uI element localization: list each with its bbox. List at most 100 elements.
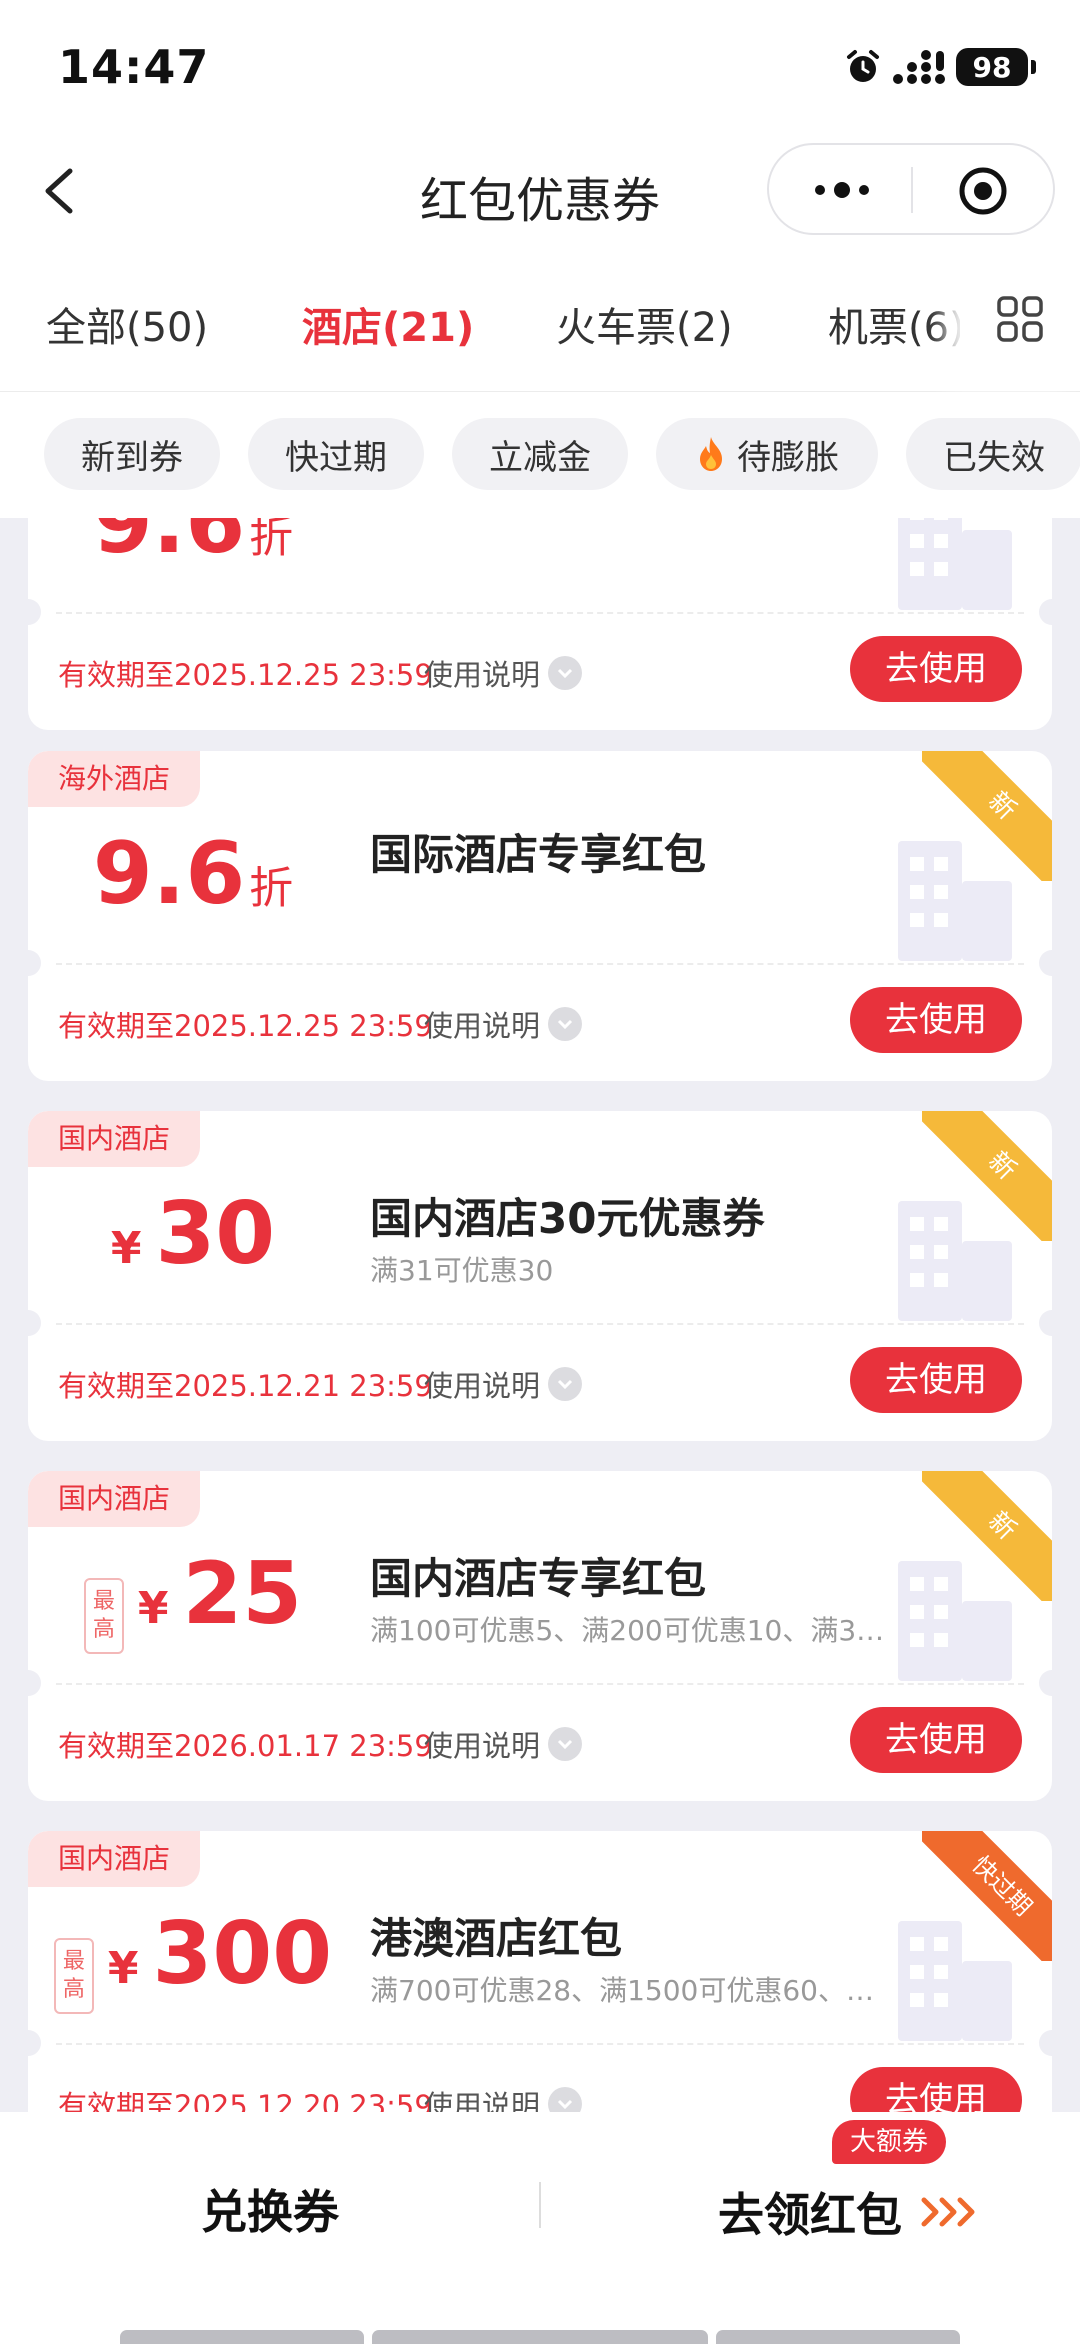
filter-chips: 新到券 快过期 立减金 待膨胀 已失效 [0,392,1080,518]
coupon-title: 国际酒店专享红包 [370,830,707,879]
chip-instant-discount[interactable]: 立减金 [452,418,628,490]
coupon-amount: 最 高 ¥ 300 [28,1911,358,2041]
use-button[interactable]: 去使用 [850,2067,1022,2112]
max-badge-char: 最 [92,1589,115,1614]
coupon-tag: 国内酒店 [28,1471,201,1527]
card-notch [1039,2030,1052,2056]
more-icon[interactable] [811,173,873,207]
claim-label: 去领红包 [718,2188,902,2242]
coupon-tag: 国内酒店 [28,1111,201,1167]
all-categories-button[interactable] [960,253,1080,387]
chevron-down-icon [548,2087,583,2112]
coupon-amount: 9.6 折 [28,831,358,961]
chip-invalid[interactable]: 已失效 [906,418,1080,490]
large-coupon-badge: 大额券 [832,2120,947,2164]
coupon-title: 国内酒店30元优惠券 [370,1194,765,1243]
home-indicator [120,2330,364,2344]
coupon-card: 9.6 折 有效期至2025.12.25 23:59 使用说明 去使用 [28,518,1052,730]
status-time: 14:47 [58,40,210,94]
coupon-list: 9.6 折 有效期至2025.12.25 23:59 使用说明 去使用 海外酒店… [0,518,1080,2112]
claim-red-packet-button[interactable]: 去领红包 [718,2172,982,2252]
coupon-expiry: 有效期至2025.12.21 23:59 [58,1369,433,1403]
chip-label: 立减金 [489,437,591,478]
coupon-tag: 海外酒店 [28,751,201,807]
tab-hotel[interactable]: 酒店(21) [302,295,474,353]
coupon-expiry: 有效期至2026.01.17 23:59 [58,1729,433,1763]
chip-to-expand[interactable]: 待膨胀 [656,418,878,490]
chevron-down-icon [548,1727,583,1761]
home-indicator [372,2330,708,2344]
coupon-amount: 9.6 折 [28,518,358,610]
bottom-bar: 兑换券 去领红包 大额券 [0,2112,1080,2344]
tab-train[interactable]: 火车票(2) [556,295,733,353]
chip-label: 新到券 [81,437,183,478]
usage-instructions[interactable]: 使用说明 [424,2083,583,2112]
coupon-tag: 国内酒店 [28,1831,201,1887]
bottom-divider [539,2182,541,2228]
card-divider [56,1323,1024,1325]
chevron-down-icon [548,1007,583,1041]
usage-instructions[interactable]: 使用说明 [424,652,583,694]
coupon-card: 国内酒店 快过期 最 高 ¥ 300 港澳酒店红包 满700可优惠28、满150… [28,1831,1052,2112]
usage-label: 使用说明 [424,1729,541,1763]
coupon-expiry: 有效期至2025.12.25 23:59 [58,1009,433,1043]
category-tabs: 全部(50) 酒店(21) 火车票(2) 机票(6) [0,245,1080,392]
signal-icon [893,50,945,84]
chip-label: 快过期 [285,437,387,478]
chip-new[interactable]: 新到券 [44,418,220,490]
fire-icon [700,437,722,471]
usage-instructions[interactable]: 使用说明 [424,1003,583,1045]
currency-symbol: ¥ [137,1583,169,1634]
hotel-watermark-icon [898,518,1012,610]
usage-label: 使用说明 [424,1009,541,1043]
card-divider [56,612,1024,614]
use-button[interactable]: 去使用 [850,987,1022,1053]
coupon-desc: 满700可优惠28、满1500可优惠60、满… [370,1974,890,2007]
card-notch [1039,1670,1052,1696]
usage-label: 使用说明 [424,658,541,692]
chip-expiring[interactable]: 快过期 [248,418,424,490]
card-notch [1039,599,1052,625]
use-button[interactable]: 去使用 [850,636,1022,702]
grid-icon [997,296,1043,342]
coupon-desc: 满100可优惠5、满200可优惠10、满30… [370,1614,890,1647]
triple-chevron-right-icon [921,2197,975,2227]
card-notch [1039,950,1052,976]
amount-value: 300 [152,1904,333,2004]
coupon-card: 国内酒店 新 最 高 ¥ 25 国内酒店专享红包 满100可优惠5、满200可优… [28,1471,1052,1801]
amount-unit: 折 [249,863,294,914]
usage-label: 使用说明 [424,2089,541,2112]
card-divider [56,2043,1024,2045]
coupon-title: 国内酒店专享红包 [370,1554,707,1603]
amount-unit: 折 [249,518,294,563]
close-target-icon[interactable] [957,165,1009,217]
max-badge-char: 高 [62,1977,85,2002]
amount-value: 25 [182,1544,303,1644]
status-bar: 14:47 98 [0,0,1080,135]
coupon-amount: 最 高 ¥ 25 [28,1551,358,1681]
nav-bar: 红包优惠券 [0,135,1080,245]
coupon-title: 港澳酒店红包 [370,1914,623,1963]
hotel-watermark-icon [898,1561,1012,1681]
usage-instructions[interactable]: 使用说明 [424,1723,583,1765]
alarm-icon [847,50,879,82]
hotel-watermark-icon [898,1201,1012,1321]
tab-flight[interactable]: 机票(6) [828,295,965,353]
chip-label: 待膨胀 [737,437,839,478]
max-badge: 最 高 [53,1938,94,2014]
hotel-watermark-icon [898,1921,1012,2041]
coupon-expiry: 有效期至2025.12.25 23:59 [58,658,433,692]
chevron-down-icon [548,1367,583,1401]
redeem-coupon-button[interactable]: 兑换券 [180,2172,360,2252]
use-button[interactable]: 去使用 [850,1347,1022,1413]
tab-all[interactable]: 全部(50) [46,295,208,353]
max-badge-char: 高 [92,1617,115,1642]
status-icons: 98 [844,48,1036,86]
hotel-watermark-icon [898,841,1012,961]
use-button[interactable]: 去使用 [850,1707,1022,1773]
amount-value: 9.6 [92,518,246,573]
card-divider [56,963,1024,965]
usage-instructions[interactable]: 使用说明 [424,1363,583,1405]
coupon-card: 海外酒店 新 9.6 折 国际酒店专享红包 有效期至2025.12.25 23:… [28,751,1052,1081]
chip-label: 已失效 [943,437,1045,478]
